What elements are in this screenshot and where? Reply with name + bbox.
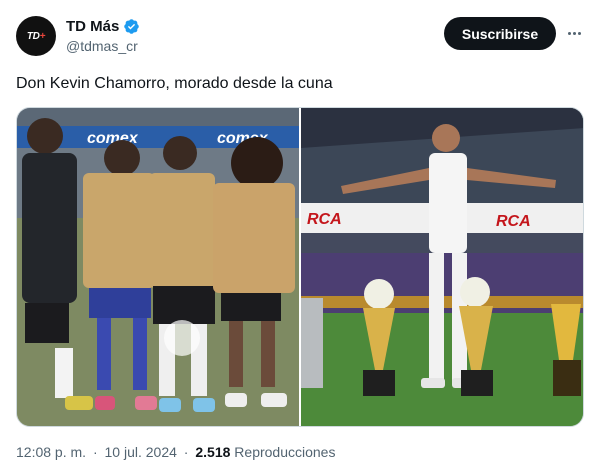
- tweet-metadata: 12:08 p. m. · 10 jul. 2024 · 2.518 Repro…: [16, 444, 335, 460]
- verified-badge-icon: [124, 19, 140, 34]
- photo-player-trophies[interactable]: RCA RCA: [301, 108, 583, 426]
- views-label: Reproducciones: [234, 444, 336, 460]
- more-options-icon[interactable]: [564, 23, 584, 43]
- tweet-header: TD+ TD Más @tdmas_cr Suscribirse: [16, 14, 586, 62]
- views-count: 2.518: [195, 444, 231, 460]
- avatar[interactable]: TD+: [16, 16, 56, 56]
- display-name[interactable]: TD Más: [66, 18, 119, 35]
- separator-dot: ·: [183, 444, 189, 460]
- tweet-text: Don Kevin Chamorro, morado desde la cuna: [16, 75, 333, 92]
- account-handle[interactable]: @tdmas_cr: [66, 38, 140, 54]
- tweet-media[interactable]: comex comex RCA RCA: [16, 107, 584, 427]
- photo-kids-team[interactable]: comex comex: [17, 108, 299, 426]
- subscribe-button[interactable]: Suscribirse: [444, 17, 556, 50]
- avatar-logo: TD+: [26, 30, 46, 42]
- tweet-date[interactable]: 10 jul. 2024: [105, 444, 177, 460]
- tweet-time[interactable]: 12:08 p. m.: [16, 444, 86, 460]
- separator-dot: ·: [92, 444, 98, 460]
- trophies-photo-illustration: RCA RCA: [301, 108, 583, 426]
- account-names: TD Más @tdmas_cr: [66, 18, 140, 54]
- right-banner-text-2: RCA: [496, 213, 531, 230]
- kids-photo-illustration: comex comex: [17, 108, 299, 426]
- right-banner-text: RCA: [307, 211, 342, 228]
- display-name-row: TD Más: [66, 18, 140, 35]
